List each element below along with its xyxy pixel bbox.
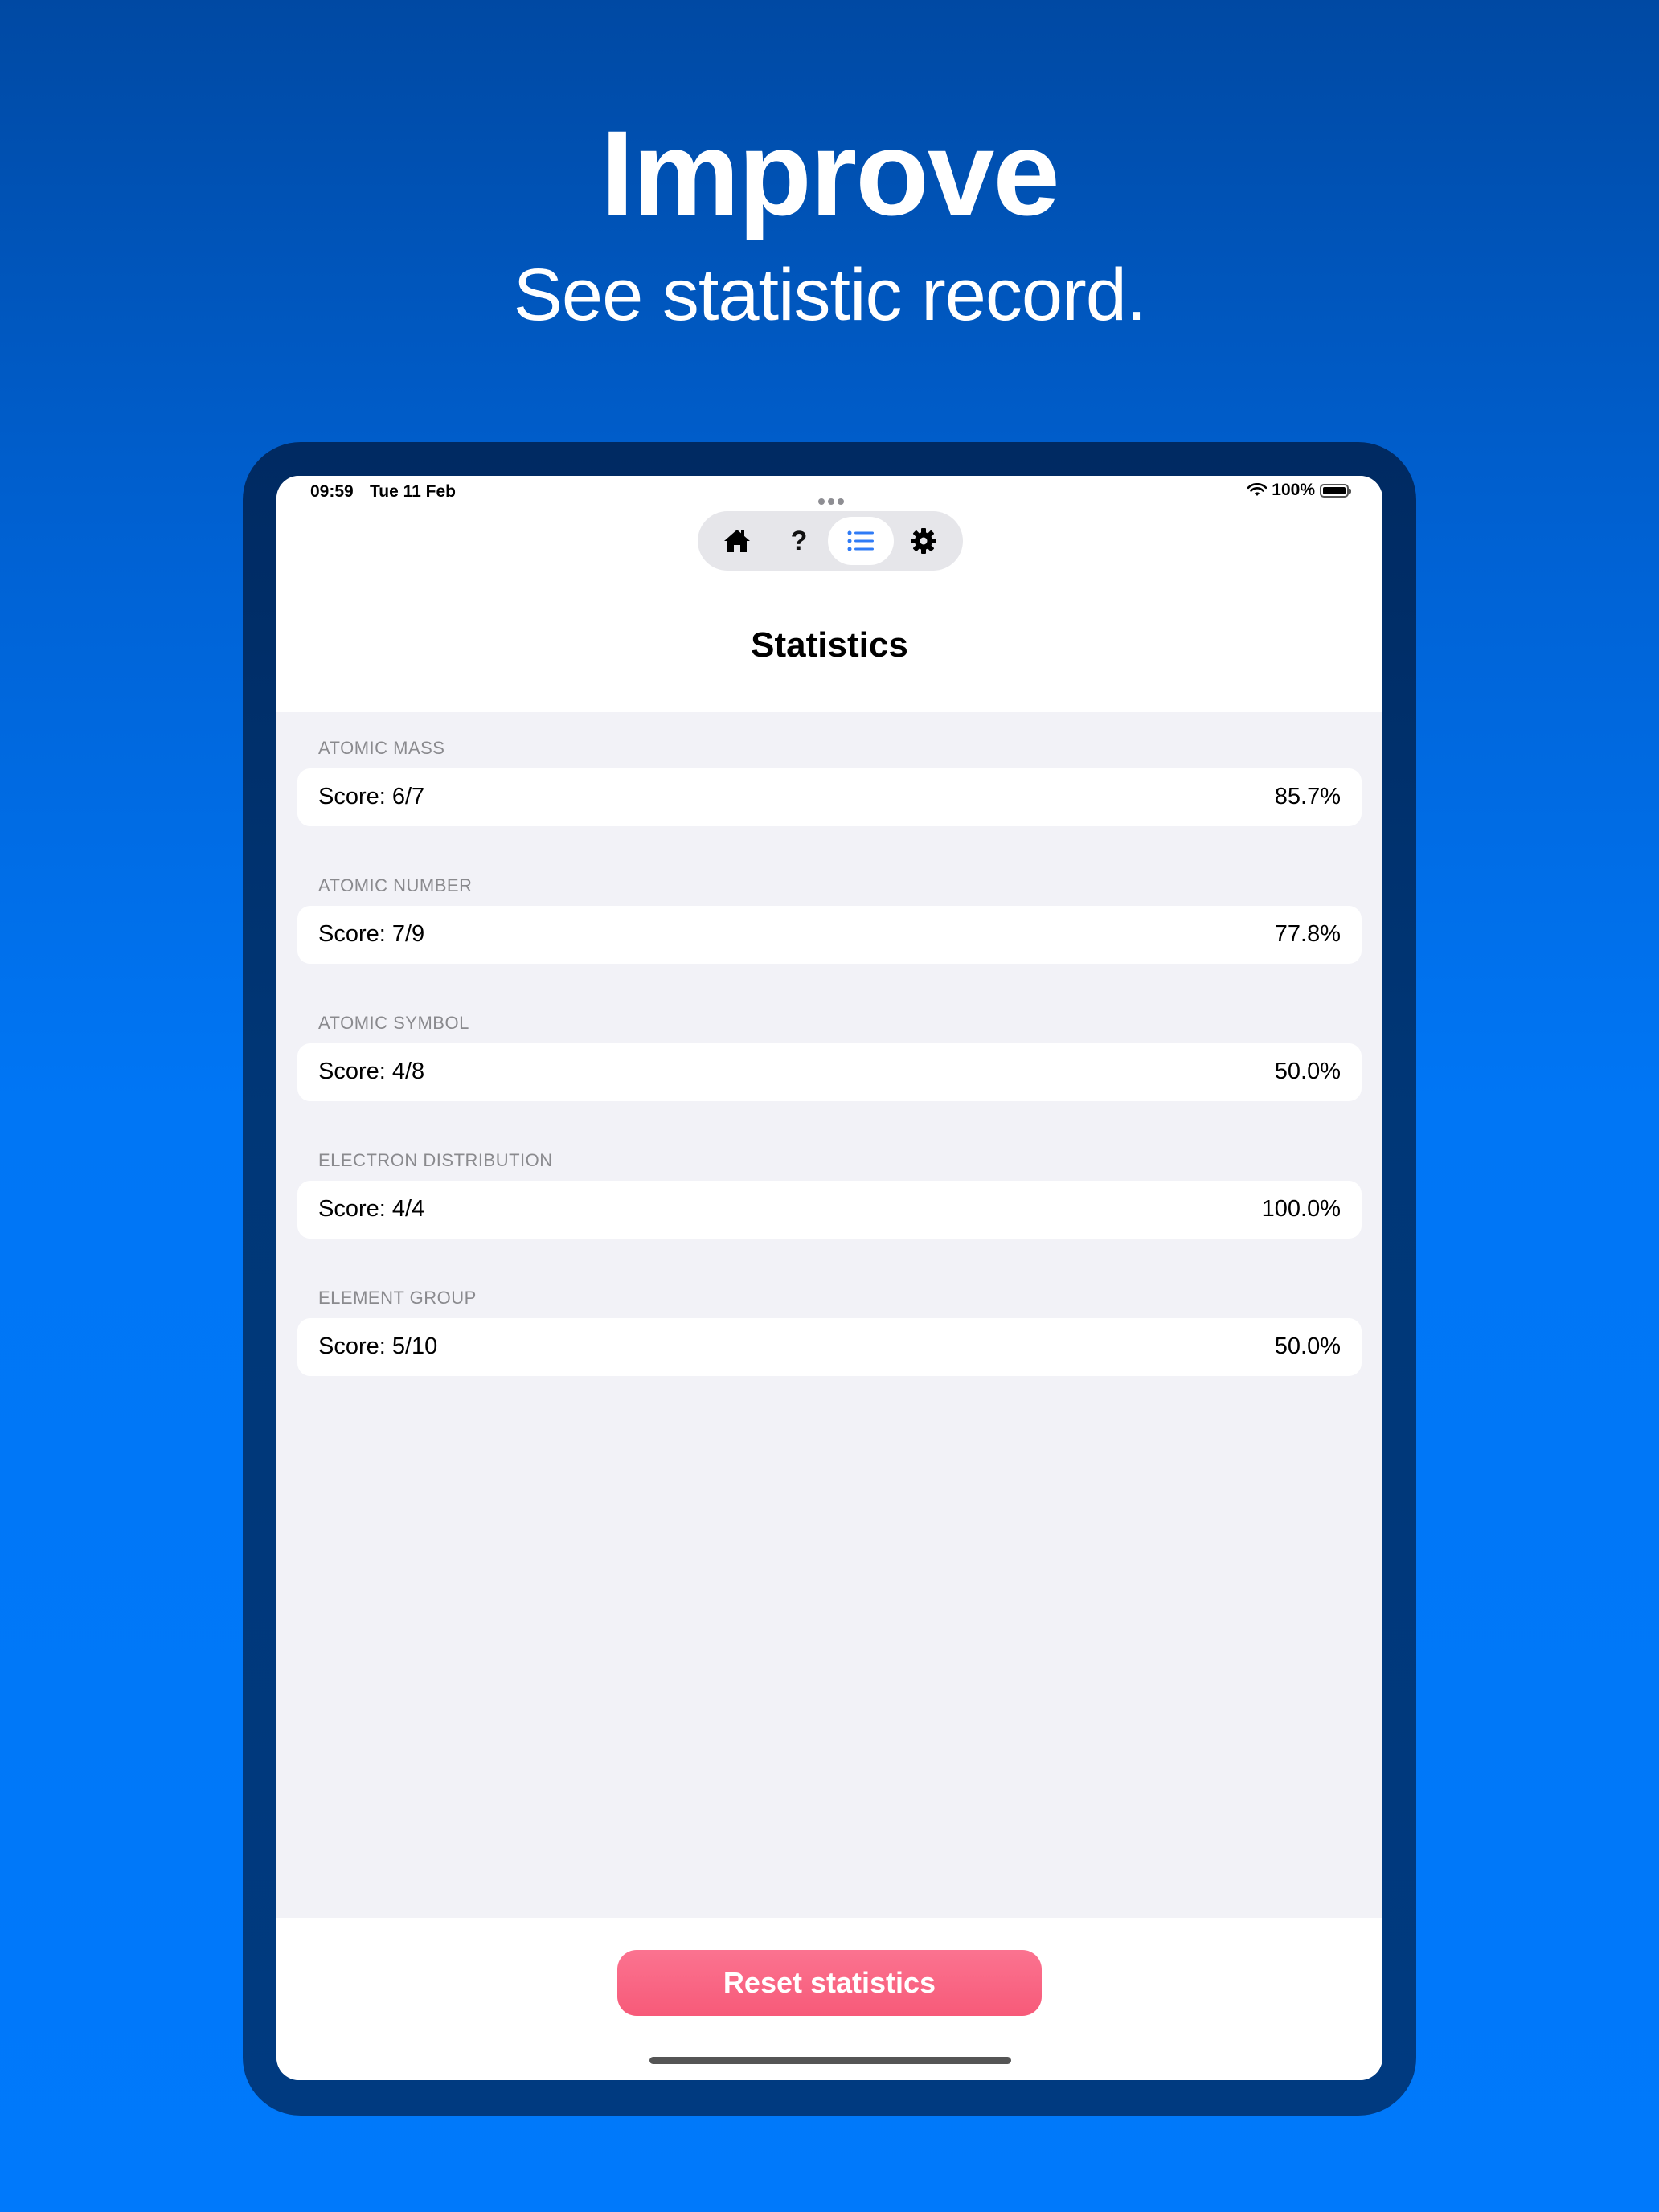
tablet-frame: 09:59 Tue 11 Feb 100% ? Statistics ATOMI… <box>243 442 1416 2116</box>
stat-row-atomic-mass: Score: 6/7 85.7% <box>297 768 1362 826</box>
status-date: Tue 11 Feb <box>370 482 456 501</box>
bottom-bar: Reset statistics <box>276 1918 1382 2080</box>
question-icon: ? <box>790 525 808 556</box>
stat-percent: 50.0% <box>1274 1333 1341 1359</box>
wifi-icon <box>1247 483 1268 496</box>
section-label: ATOMIC NUMBER <box>318 875 473 895</box>
app-screen: 09:59 Tue 11 Feb 100% ? Statistics ATOMI… <box>276 476 1382 2080</box>
stat-row-electron-distribution: Score: 4/4 100.0% <box>297 1181 1362 1239</box>
section-label: ELECTRON DISTRIBUTION <box>318 1150 553 1170</box>
marketing-headline: Improve <box>600 105 1060 240</box>
home-indicator[interactable] <box>649 2057 1011 2064</box>
section-label: ATOMIC MASS <box>318 738 445 758</box>
tab-help[interactable]: ? <box>766 517 832 565</box>
tab-statistics[interactable] <box>828 517 894 565</box>
status-time: 09:59 <box>310 482 354 501</box>
stat-percent: 50.0% <box>1274 1059 1341 1084</box>
reset-statistics-button[interactable]: Reset statistics <box>617 1950 1042 2016</box>
tab-bar: ? <box>698 511 963 571</box>
stat-row-atomic-number: Score: 7/9 77.8% <box>297 906 1362 964</box>
status-indicators: 100% <box>1247 481 1351 500</box>
house-icon <box>724 530 750 552</box>
gear-icon <box>911 528 936 554</box>
section-label: ATOMIC SYMBOL <box>318 1013 469 1033</box>
stat-percent: 77.8% <box>1274 921 1341 947</box>
battery-percent: 100% <box>1272 481 1315 499</box>
tab-home[interactable] <box>704 517 770 565</box>
stat-score: Score: 4/4 <box>318 1196 425 1222</box>
tab-settings[interactable] <box>891 517 956 565</box>
stat-row-atomic-symbol: Score: 4/8 50.0% <box>297 1043 1362 1101</box>
header-area: 09:59 Tue 11 Feb 100% ? Statistics <box>276 476 1382 712</box>
stat-percent: 100.0% <box>1261 1196 1341 1222</box>
stat-score: Score: 4/8 <box>318 1059 425 1084</box>
section-label: ELEMENT GROUP <box>318 1288 477 1308</box>
status-bar: 09:59 Tue 11 Feb 100% <box>276 476 1382 513</box>
multitasking-dots-icon[interactable] <box>818 490 847 505</box>
marketing-subhead: See statistic record. <box>513 254 1147 336</box>
stat-score: Score: 5/10 <box>318 1333 438 1359</box>
stat-percent: 85.7% <box>1274 784 1341 809</box>
stat-score: Score: 6/7 <box>318 784 425 809</box>
page-title: Statistics <box>751 625 908 665</box>
stat-row-element-group: Score: 5/10 50.0% <box>297 1318 1362 1376</box>
list-icon <box>847 530 874 551</box>
battery-icon <box>1320 483 1351 498</box>
stat-score: Score: 7/9 <box>318 921 425 947</box>
